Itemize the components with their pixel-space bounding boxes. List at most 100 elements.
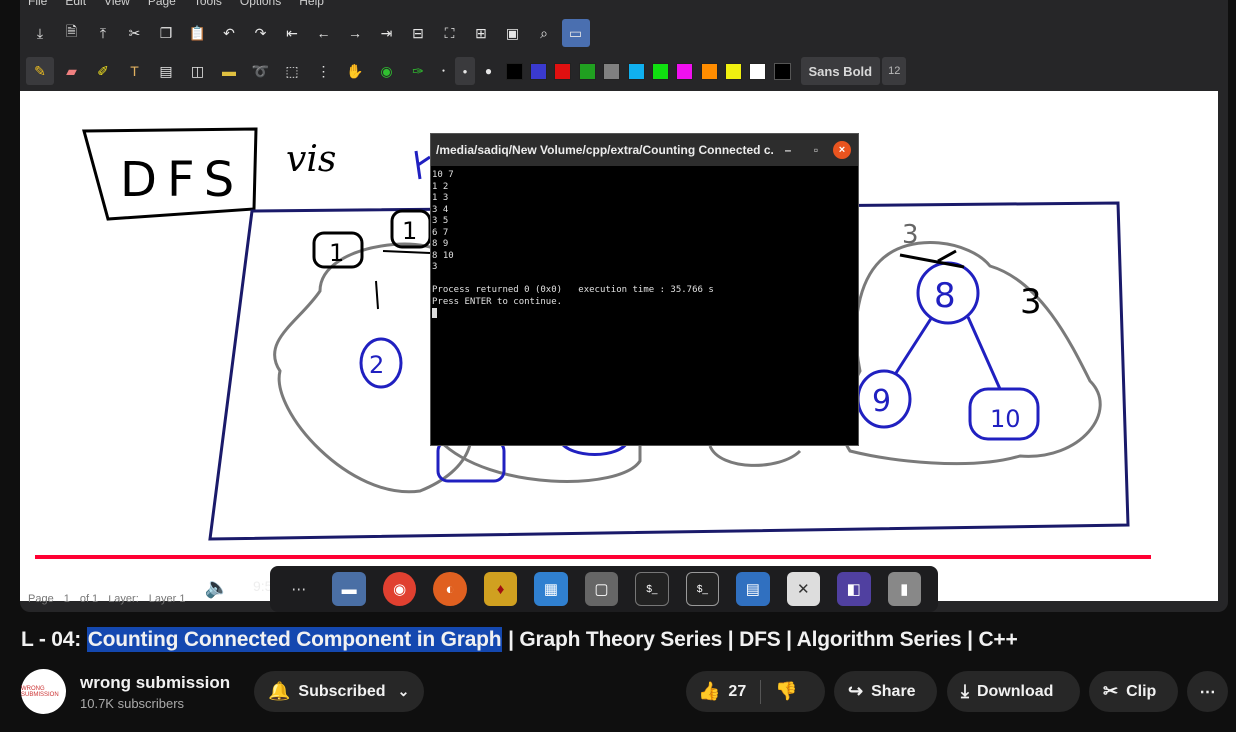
terminal-active-app-icon[interactable]: $_ <box>685 572 720 606</box>
subtitles-icon[interactable]: ▭ <box>956 574 986 600</box>
vertical-space-icon[interactable]: ⋮ <box>310 57 338 85</box>
progress-bar[interactable] <box>35 555 1216 559</box>
color-swatch-orange[interactable] <box>700 62 718 80</box>
menu-page[interactable]: Page <box>148 0 176 8</box>
theater-mode-icon[interactable]: ▭ <box>1118 574 1148 600</box>
redo-icon[interactable]: ↷ <box>247 19 275 47</box>
recorder-app-icon[interactable]: ◧ <box>837 572 871 606</box>
default-tool-icon[interactable]: ✑ <box>404 57 432 85</box>
zoom-reset-icon[interactable]: ▣ <box>499 19 527 47</box>
next-icon[interactable]: ⏭ <box>150 574 180 600</box>
terminal-app-icon[interactable]: $_ <box>635 572 669 606</box>
rect-select-icon[interactable]: ⬚ <box>278 57 306 85</box>
minimize-button[interactable]: – <box>774 143 802 157</box>
last-page-icon[interactable]: ⇥ <box>373 19 401 47</box>
prev-page-icon[interactable]: ← <box>310 19 338 47</box>
terminal-titlebar[interactable]: /media/sadiq/New Volume/cpp/extra/Counti… <box>431 134 858 166</box>
color-swatch-gray[interactable] <box>603 62 621 80</box>
next-page-icon[interactable]: → <box>341 19 369 47</box>
video-player[interactable]: File Edit View Page Tools Options Help ⤓… <box>20 0 1228 612</box>
ruler-icon[interactable]: ▬ <box>215 57 243 85</box>
like-count[interactable]: 27 <box>728 683 746 701</box>
label-3-gray: 3 <box>902 220 919 250</box>
bell-icon: 🔔 <box>268 681 291 701</box>
menu-tools[interactable]: Tools <box>194 0 222 8</box>
menu-view[interactable]: View <box>104 0 130 8</box>
channel-name[interactable]: wrong submission <box>80 673 230 693</box>
like-divider <box>760 679 762 704</box>
settings-icon[interactable]: ⚙ <box>1010 574 1040 600</box>
share-button[interactable]: ↪ Share <box>834 671 937 712</box>
app-grid-icon[interactable]: ⋯ <box>282 572 315 606</box>
download-label: Download <box>976 682 1054 700</box>
hand-icon[interactable]: ✋ <box>341 57 369 85</box>
thick-pen-size-icon[interactable]: ● <box>479 57 499 85</box>
undo-icon[interactable]: ↶ <box>215 19 243 47</box>
pen-icon[interactable]: ✎ <box>26 57 54 85</box>
files-app-icon[interactable]: ▬ <box>332 572 366 606</box>
close-button[interactable]: × <box>833 141 851 159</box>
color-swatch-green[interactable] <box>578 62 596 80</box>
menu-file[interactable]: File <box>28 0 47 8</box>
cards-app-icon[interactable]: ♦ <box>483 572 518 606</box>
color-swatch-white[interactable] <box>749 62 767 80</box>
color-swatch-lightgreen[interactable] <box>651 62 669 80</box>
copy-icon[interactable]: ❐ <box>152 19 180 47</box>
clip-button[interactable]: ✂ Clip <box>1089 671 1178 712</box>
play-icon[interactable]: ▶ <box>100 574 130 600</box>
software-center-icon[interactable]: ▦ <box>534 572 568 606</box>
fullscreen-player-icon[interactable]: ⛶ <box>1172 574 1202 600</box>
chrome-app-icon[interactable]: ◉ <box>382 572 417 606</box>
archive-app-icon[interactable]: ▢ <box>584 572 619 606</box>
xournal-app-icon[interactable]: ✕ <box>786 572 821 606</box>
first-page-icon[interactable]: ⇤ <box>278 19 306 47</box>
volume-icon[interactable]: 🔈 <box>202 574 232 600</box>
zoom-out-icon[interactable]: ⊟ <box>404 19 432 47</box>
download-icon[interactable]: ⤓ <box>26 19 54 47</box>
image-tool-icon[interactable]: ▤ <box>152 57 180 85</box>
writer-app-icon[interactable]: ▤ <box>736 572 770 606</box>
menu-edit[interactable]: Edit <box>65 0 86 8</box>
zoom-in-icon[interactable]: ⊞ <box>467 19 495 47</box>
subscribed-button[interactable]: 🔔 Subscribed ⌄ <box>254 671 424 712</box>
shape-tool-icon[interactable]: ◫ <box>184 57 212 85</box>
color-swatch-custom[interactable] <box>773 62 791 80</box>
upload-icon[interactable]: ⤒ <box>89 19 117 47</box>
cut-icon[interactable]: ✂ <box>121 19 149 47</box>
fullscreen-icon[interactable]: ▭ <box>561 19 590 47</box>
trash-icon[interactable]: ▮ <box>887 572 921 606</box>
menu-help[interactable]: Help <box>299 0 324 8</box>
font-selector[interactable]: Sans Bold <box>800 57 881 85</box>
lasso-select-icon[interactable]: ➰ <box>247 57 275 85</box>
text-tool-icon[interactable]: T <box>121 57 149 85</box>
medium-pen-size-icon[interactable]: ● <box>455 57 475 85</box>
color-swatch-red[interactable] <box>554 62 572 80</box>
shape-recognizer-icon[interactable]: ◉ <box>373 57 401 85</box>
eraser-icon[interactable]: ▰ <box>58 57 86 85</box>
more-actions-button[interactable]: ⋯ <box>1187 671 1228 712</box>
new-page-icon[interactable]: 🗎 <box>58 19 86 47</box>
color-swatch-blue[interactable] <box>530 62 548 80</box>
paste-icon[interactable]: 📋 <box>184 19 212 47</box>
terminal-window[interactable]: /media/sadiq/New Volume/cpp/extra/Counti… <box>430 133 859 446</box>
color-swatch-magenta[interactable] <box>676 62 694 80</box>
font-size[interactable]: 12 <box>882 57 907 85</box>
color-swatch-black[interactable] <box>505 62 523 80</box>
channel-avatar[interactable]: WRONG SUBMISSION <box>21 669 66 714</box>
menu-options[interactable]: Options <box>240 0 281 8</box>
like-icon[interactable]: 👍 <box>698 681 720 702</box>
color-swatch-yellow[interactable] <box>725 62 743 80</box>
miniplayer-icon[interactable]: ◳ <box>1064 574 1094 600</box>
color-swatch-lightblue[interactable] <box>627 62 645 80</box>
dislike-icon[interactable]: 👎 <box>775 681 797 702</box>
fine-pen-size-icon[interactable]: ● <box>436 57 452 85</box>
download-button[interactable]: ⤓ Download <box>947 671 1080 712</box>
firefox-app-icon[interactable]: ◐ <box>433 572 467 606</box>
video-title-highlight: Counting Connected Component in Graph <box>86 627 503 652</box>
highlighter-icon[interactable]: ✐ <box>89 57 117 85</box>
search-icon[interactable]: ⌕ <box>530 19 558 47</box>
maximize-button[interactable]: ▫ <box>802 143 830 157</box>
fit-page-icon[interactable]: ⛶ <box>436 19 464 47</box>
previous-icon[interactable]: ⏮ <box>50 574 80 600</box>
app-menubar: File Edit View Page Tools Options Help <box>20 0 324 8</box>
